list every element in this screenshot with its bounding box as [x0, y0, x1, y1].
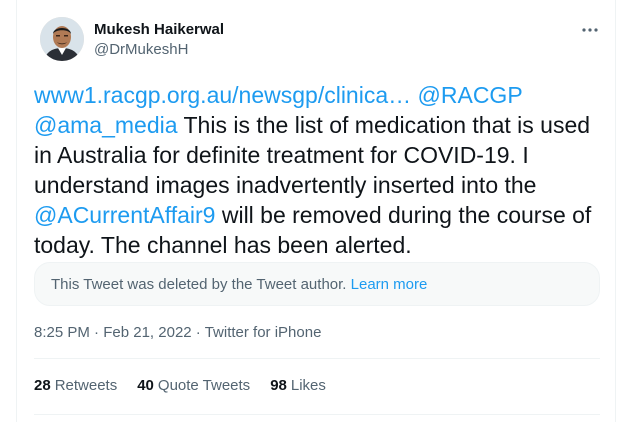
tweet-link[interactable]: www1.racgp.org.au/newsgp/clinica…: [34, 82, 411, 108]
learn-more-link[interactable]: Learn more: [351, 276, 428, 293]
mention-racgp[interactable]: @RACGP: [418, 82, 523, 108]
meta-separator: ·: [94, 324, 100, 341]
likes-label: Likes: [290, 377, 326, 394]
tweet-stats: 28 Retweets 40 Quote Tweets 98 Likes: [34, 376, 346, 396]
author-handle[interactable]: @DrMukeshH: [94, 40, 188, 60]
likes-stat[interactable]: 98 Likes: [270, 376, 326, 396]
avatar-image: [40, 17, 84, 61]
meta-separator-2: ·: [195, 324, 201, 341]
quote-tweets-stat[interactable]: 40 Quote Tweets: [137, 376, 250, 396]
avatar[interactable]: [40, 17, 84, 61]
divider-bottom: [34, 414, 600, 415]
more-dots-icon: [582, 28, 598, 32]
deleted-tweet-notice: This Tweet was deleted by the Tweet auth…: [34, 262, 600, 306]
tweet-meta: 8:25 PM · Feb 21, 2022 · Twitter for iPh…: [34, 323, 321, 343]
tweet-date[interactable]: Feb 21, 2022: [103, 324, 191, 341]
deleted-notice-text: This Tweet was deleted by the Tweet auth…: [51, 276, 347, 293]
quotes-label: Quote Tweets: [157, 377, 251, 394]
divider-top: [34, 358, 600, 359]
likes-count: 98: [270, 377, 287, 394]
retweets-stat[interactable]: 28 Retweets: [34, 376, 117, 396]
mention-acurrentaffair9[interactable]: @ACurrentAffair9: [34, 202, 215, 228]
tweet-time[interactable]: 8:25 PM: [34, 324, 90, 341]
retweets-count: 28: [34, 377, 51, 394]
tweet-source[interactable]: Twitter for iPhone: [205, 324, 322, 341]
author-display-name[interactable]: Mukesh Haikerwal: [94, 20, 224, 40]
retweets-label: Retweets: [54, 377, 118, 394]
tweet-text: www1.racgp.org.au/newsgp/clinica… @RACGP…: [34, 80, 606, 260]
mention-ama-media[interactable]: @ama_media: [34, 112, 178, 138]
more-options-button[interactable]: [578, 21, 602, 39]
quotes-count: 40: [137, 377, 154, 394]
